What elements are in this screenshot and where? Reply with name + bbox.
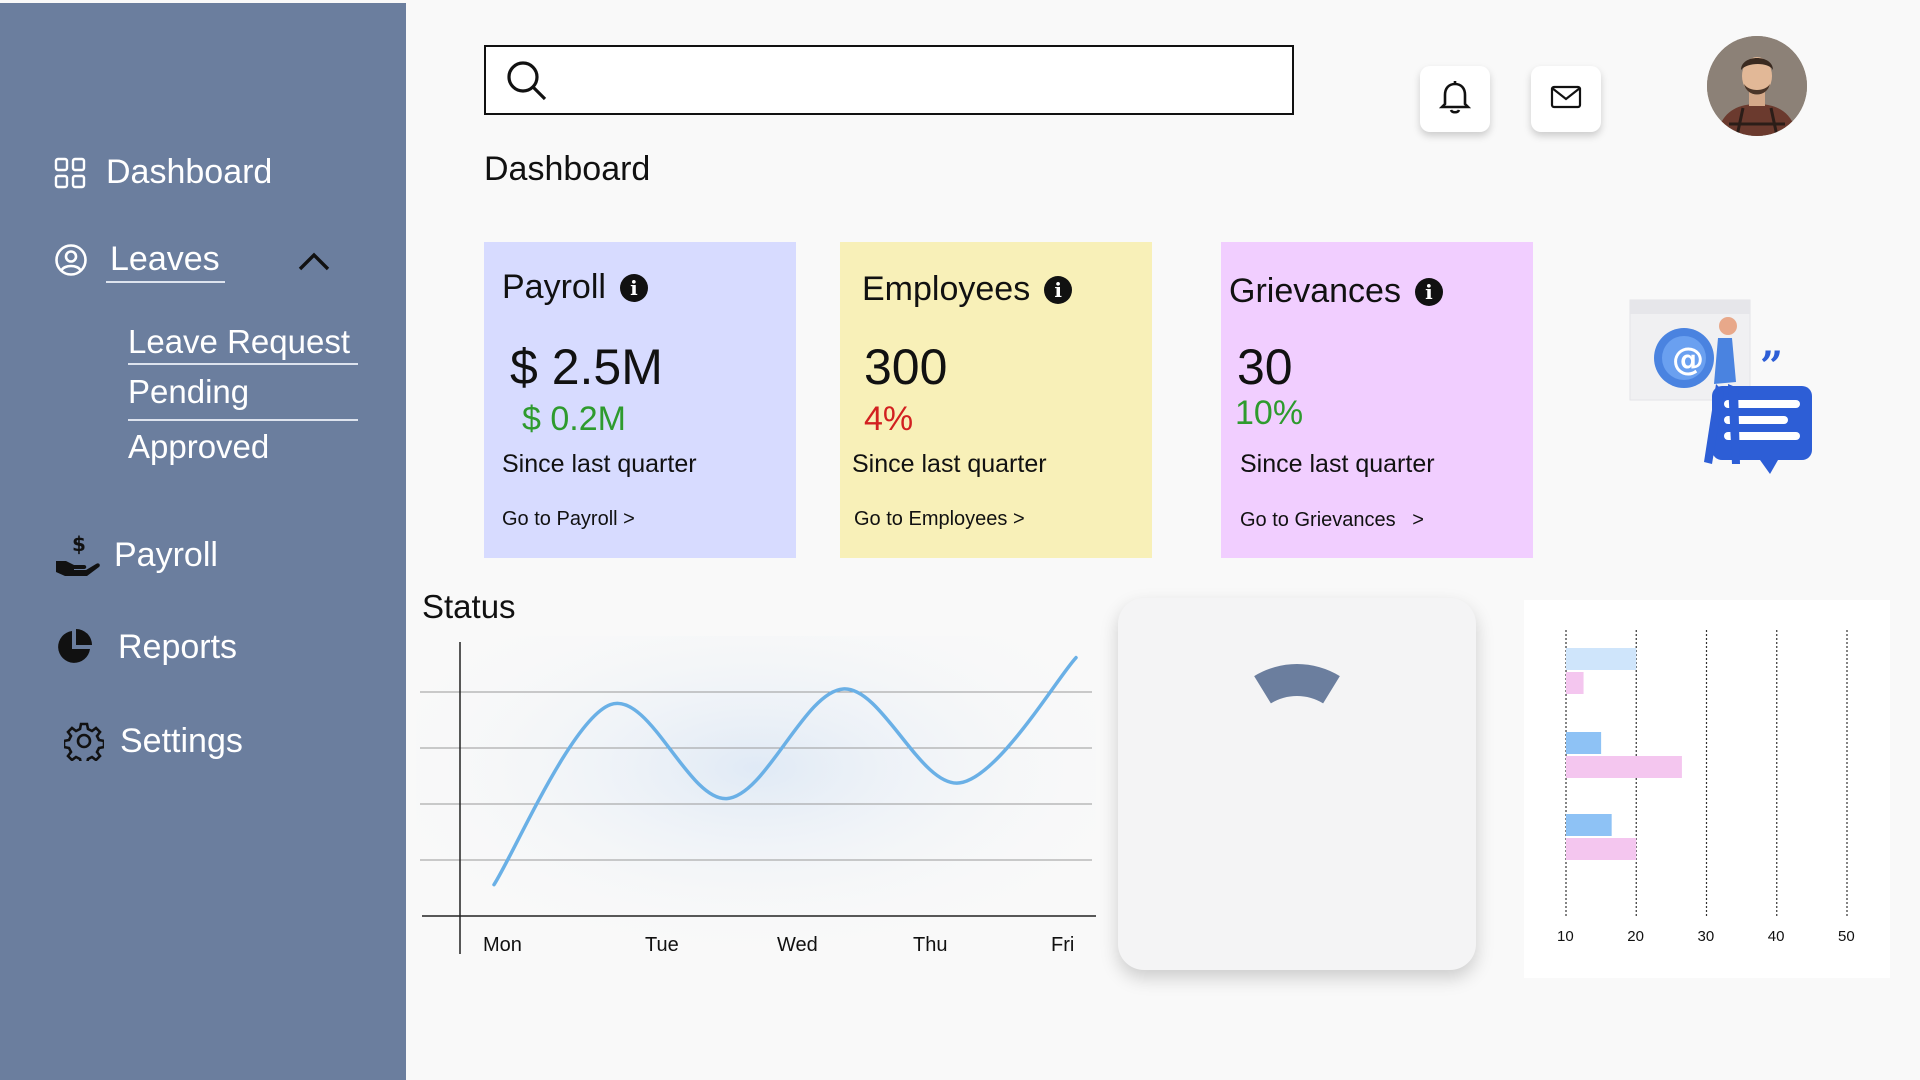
sidebar-subitem-leave-request[interactable]: Leave Request (128, 323, 350, 361)
subitem-divider (128, 363, 358, 365)
sidebar-item-label: Reports (118, 627, 238, 666)
search-input[interactable] (568, 59, 1272, 103)
sidebar-subitem-approved[interactable]: Approved (128, 428, 269, 466)
info-icon[interactable]: i (619, 273, 648, 302)
card-since: Since last quarter (502, 450, 697, 478)
hbar-bar-blue (1566, 732, 1602, 754)
card-title-row: Employees i (862, 270, 1073, 309)
sidebar-item-settings[interactable]: Settings (64, 721, 243, 761)
messages-button[interactable] (1531, 66, 1601, 132)
x-tick-label: Wed (777, 934, 818, 956)
card-value: 300 (864, 339, 948, 395)
hand-dollar-icon: $ (54, 533, 100, 577)
subitem-divider (128, 419, 358, 421)
pie-chart-icon (54, 627, 94, 667)
grid-icon (54, 157, 86, 189)
x-tick-label: Thu (913, 934, 948, 956)
hbar-tick-label: 40 (1767, 928, 1785, 945)
hbar-bar-pink (1566, 838, 1637, 860)
card-title: Employees (862, 270, 1031, 308)
go-to-payroll-link[interactable]: Go to Payroll > (502, 508, 635, 531)
search-icon (506, 60, 548, 107)
bell-icon (1438, 80, 1472, 119)
hbar-bar-blue (1566, 814, 1612, 836)
sidebar-item-label: Dashboard (106, 153, 273, 191)
x-tick-label: Fri (1051, 934, 1075, 956)
card-title-row: Grievances i (1229, 272, 1443, 311)
avatar[interactable] (1707, 36, 1807, 136)
status-line-chart (416, 636, 1096, 966)
gear-icon (64, 721, 104, 761)
x-tick-label: Mon (483, 934, 522, 956)
go-to-employees-link[interactable]: Go to Employees > (854, 508, 1025, 531)
status-chart-title: Status (422, 588, 516, 625)
user-circle-icon (54, 243, 88, 277)
card-value: 30 (1237, 339, 1293, 395)
sidebar: Dashboard Leaves Leave Request Pending A… (0, 3, 406, 1080)
svg-text:”: ” (1760, 343, 1783, 390)
hbar-bar-blue (1566, 648, 1637, 670)
x-tick-label: Tue (645, 934, 679, 956)
card-title-row: Payroll i (502, 268, 648, 307)
hbar-tick-label: 10 (1557, 928, 1574, 945)
chevron-up-icon[interactable] (298, 251, 330, 276)
sidebar-item-reports[interactable]: Reports (54, 627, 237, 667)
payroll-card[interactable]: Payroll i $ 2.5M $ 0.2M Since last quart… (484, 242, 796, 558)
hbar-tick-label: 50 (1838, 928, 1855, 945)
sidebar-item-leaves[interactable]: Leaves (54, 240, 220, 279)
card-delta: 4% (864, 400, 914, 438)
card-value: $ 2.5M (510, 339, 663, 395)
hbar-bar-pink (1566, 672, 1584, 694)
sidebar-item-label: Settings (120, 721, 243, 760)
hbar-bar-pink (1566, 756, 1682, 778)
page-title: Dashboard (484, 150, 651, 188)
card-delta: 10% (1235, 394, 1304, 432)
mail-icon (1550, 85, 1582, 114)
support-illustration: @ ” (1620, 292, 1840, 482)
gauge-card (1118, 598, 1476, 970)
go-to-grievances-link[interactable]: Go to Grievances > (1240, 509, 1424, 532)
sidebar-item-dashboard[interactable]: Dashboard (54, 153, 272, 192)
card-delta: $ 0.2M (522, 400, 626, 438)
card-since: Since last quarter (1240, 450, 1435, 478)
hbar-tick-label: 20 (1627, 928, 1644, 945)
employees-card[interactable]: Employees i 300 4% Since last quarter Go… (840, 242, 1152, 558)
sidebar-item-payroll[interactable]: $ Payroll (54, 533, 218, 577)
search-bar[interactable] (484, 45, 1294, 115)
notifications-button[interactable] (1420, 66, 1490, 132)
svg-text:$: $ (72, 533, 86, 556)
svg-text:@: @ (1672, 340, 1704, 378)
info-icon[interactable]: i (1044, 275, 1073, 304)
card-since: Since last quarter (852, 450, 1047, 478)
sidebar-item-label: Payroll (114, 535, 218, 574)
hbar-tick-label: 30 (1697, 928, 1715, 945)
gauge-arc (1254, 664, 1340, 704)
leaves-underline (106, 281, 225, 283)
card-title: Grievances (1229, 272, 1401, 310)
horizontal-bar-chart (1524, 600, 1890, 978)
info-icon[interactable]: i (1414, 277, 1443, 306)
sidebar-subitem-pending[interactable]: Pending (128, 373, 249, 411)
sidebar-item-label: Leaves (110, 240, 220, 278)
card-title: Payroll (502, 268, 606, 306)
grievances-card[interactable]: Grievances i 30 10% Since last quarter G… (1221, 242, 1533, 558)
